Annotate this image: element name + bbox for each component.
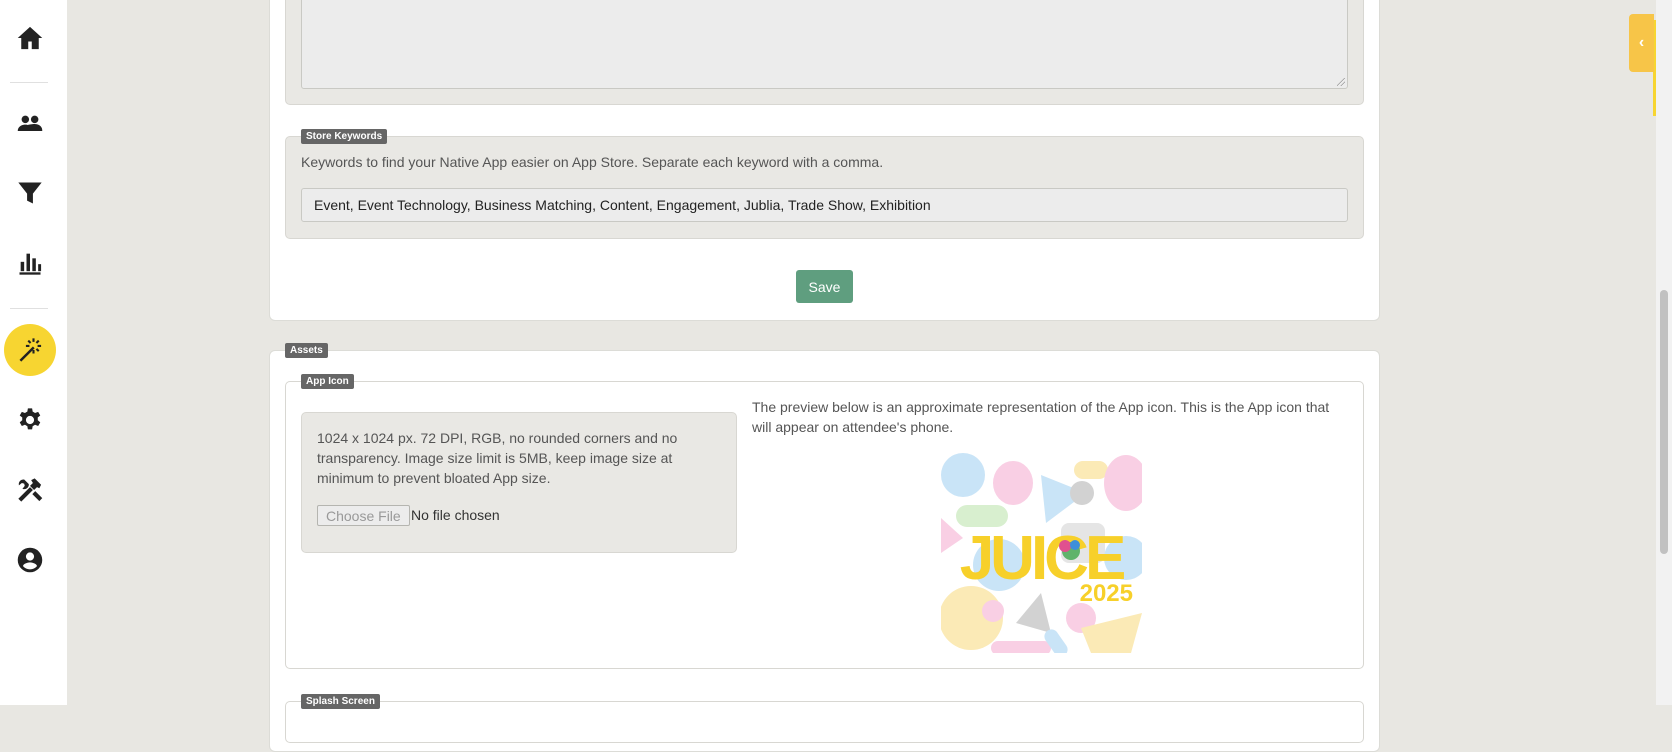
app-icon-requirements: 1024 x 1024 px. 72 DPI, RGB, no rounded … [317, 430, 678, 486]
sidebar-item-analytics[interactable] [4, 237, 56, 289]
sidebar-item-filter[interactable] [4, 167, 56, 219]
side-panel-toggle[interactable]: ‹ [1629, 14, 1654, 72]
store-keywords-legend: Store Keywords [301, 129, 388, 144]
app-icon-preview-note: The preview below is an approximate repr… [752, 399, 1330, 435]
sidebar-item-app-builder[interactable] [4, 324, 56, 376]
sidebar-item-settings[interactable] [4, 394, 56, 446]
save-button[interactable]: Save [796, 270, 853, 303]
sidebar-item-people[interactable] [4, 98, 56, 150]
sidebar [0, 0, 67, 705]
store-keywords-help: Keywords to find your Native App easier … [301, 154, 884, 170]
description-textarea[interactable] [301, 0, 1348, 89]
choose-file-button[interactable]: Choose File [317, 505, 410, 526]
people-icon [17, 115, 43, 131]
magic-wand-icon [19, 338, 42, 362]
splash-screen-legend: Splash Screen [301, 694, 380, 709]
bar-chart-icon [19, 253, 42, 275]
splash-screen-fieldset [285, 701, 1364, 743]
home-icon [17, 26, 43, 50]
sidebar-divider [10, 82, 48, 83]
store-keywords-input[interactable]: Event, Event Technology, Business Matchi… [301, 188, 1348, 222]
file-status-text: No file chosen [411, 507, 500, 523]
app-icon-legend: App Icon [301, 374, 354, 389]
scrollbar-thumb[interactable] [1660, 290, 1668, 554]
filter-icon [18, 182, 42, 204]
tools-icon [18, 478, 43, 502]
assets-legend: Assets [285, 343, 328, 358]
resize-grip-icon[interactable] [1337, 78, 1345, 86]
gear-icon [19, 408, 41, 430]
app-icon-preview-image: JUICE 2025 [941, 453, 1142, 653]
sidebar-item-home[interactable] [4, 12, 56, 64]
preview-year: 2025 [1080, 580, 1133, 607]
sidebar-item-account[interactable] [4, 534, 56, 586]
sidebar-divider [10, 308, 48, 309]
sidebar-item-tools[interactable] [4, 464, 56, 516]
account-icon [17, 547, 43, 573]
chevron-left-icon: ‹ [1638, 34, 1645, 51]
description-fieldset [285, 0, 1364, 105]
